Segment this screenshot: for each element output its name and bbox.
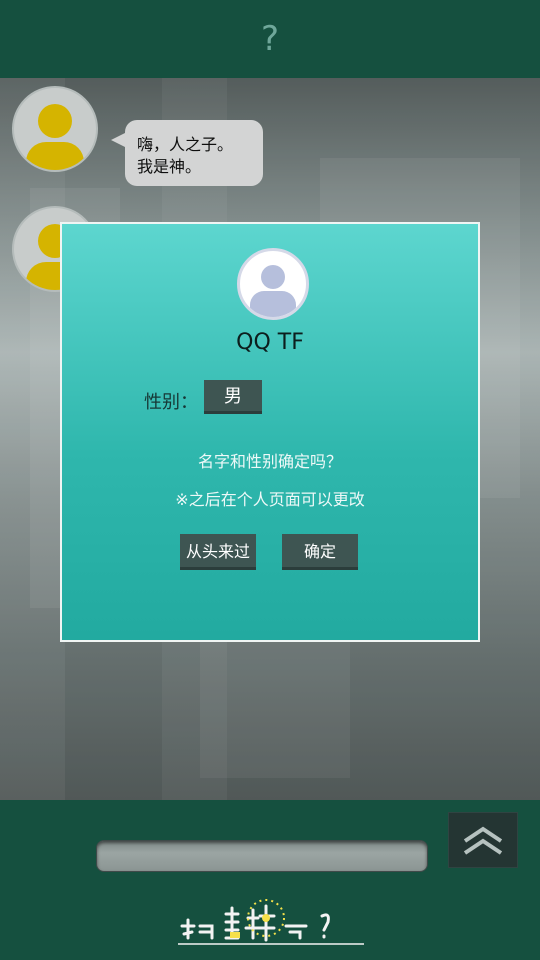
app-logo: [178, 899, 364, 945]
send-button[interactable]: [448, 812, 518, 868]
top-bar: ?: [0, 0, 540, 78]
gender-label: 性别：: [144, 392, 198, 413]
user-avatar-icon[interactable]: [237, 248, 309, 320]
username: QQ TF: [236, 330, 304, 355]
page-title: ?: [260, 19, 280, 59]
message-input[interactable]: [96, 840, 428, 872]
confirm-question: 名字和性别确定吗？: [197, 452, 342, 471]
change-note: ※之后在个人页面可以更改: [175, 490, 365, 509]
restart-button[interactable]: 从头来过: [180, 534, 256, 570]
double-chevron-up-icon: [463, 826, 503, 855]
gender-selector[interactable]: 男: [204, 380, 262, 414]
confirm-dialog: QQ TF 性别： 男 名字和性别确定吗？ ※之后在个人页面可以更改 从头来过 …: [60, 222, 480, 642]
confirm-button[interactable]: 确定: [282, 534, 358, 570]
